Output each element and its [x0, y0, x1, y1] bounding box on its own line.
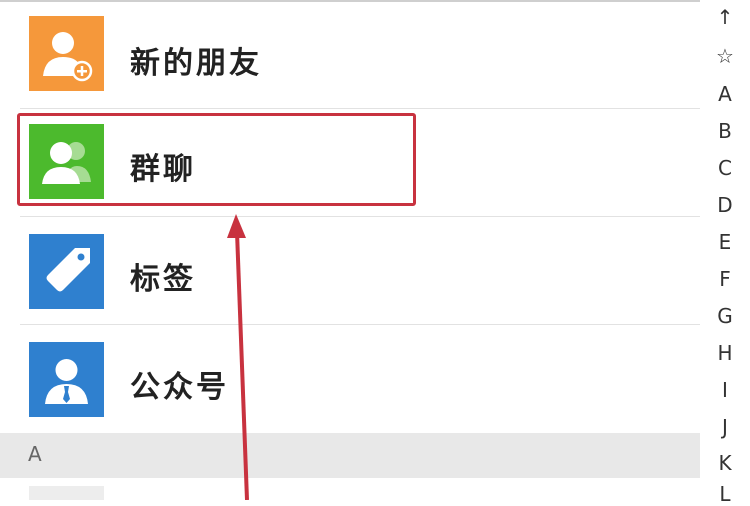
avatar	[29, 486, 104, 500]
tags-label: 标签	[130, 262, 196, 297]
official-account-icon	[29, 342, 104, 417]
index-letter-f[interactable]: F	[700, 267, 750, 291]
alphabet-index-bar[interactable]: ↑ ☆ A B C D E F G H I J K L	[700, 0, 750, 506]
section-header-a: A	[0, 433, 700, 478]
index-letter-e[interactable]: E	[700, 230, 750, 254]
highlight-box	[17, 113, 416, 206]
index-letter-a[interactable]: A	[700, 82, 750, 106]
index-letter-b[interactable]: B	[700, 119, 750, 143]
new-friends-label: 新的朋友	[130, 46, 262, 81]
index-letter-k[interactable]: K	[700, 451, 750, 475]
section-header-letter: A	[28, 442, 42, 466]
index-star[interactable]: ☆	[700, 44, 750, 68]
add-friend-icon	[29, 16, 104, 91]
new-friends-row[interactable]: 新的朋友	[0, 2, 700, 110]
official-accounts-label: 公众号	[130, 370, 229, 405]
contact-row-partial[interactable]	[0, 478, 700, 500]
tag-icon	[29, 234, 104, 309]
index-search-up[interactable]: ↑	[700, 5, 750, 29]
index-letter-g[interactable]: G	[700, 304, 750, 328]
index-letter-j[interactable]: J	[700, 415, 750, 439]
official-accounts-row[interactable]: 公众号	[0, 325, 700, 433]
tags-row[interactable]: 标签	[0, 217, 700, 325]
contact-list: 新的朋友 群聊 标签 公众号 A	[0, 0, 700, 500]
index-letter-i[interactable]: I	[700, 378, 750, 402]
index-letter-c[interactable]: C	[700, 156, 750, 180]
index-letter-d[interactable]: D	[700, 193, 750, 217]
index-letter-l[interactable]: L	[700, 482, 750, 506]
index-letter-h[interactable]: H	[700, 341, 750, 365]
